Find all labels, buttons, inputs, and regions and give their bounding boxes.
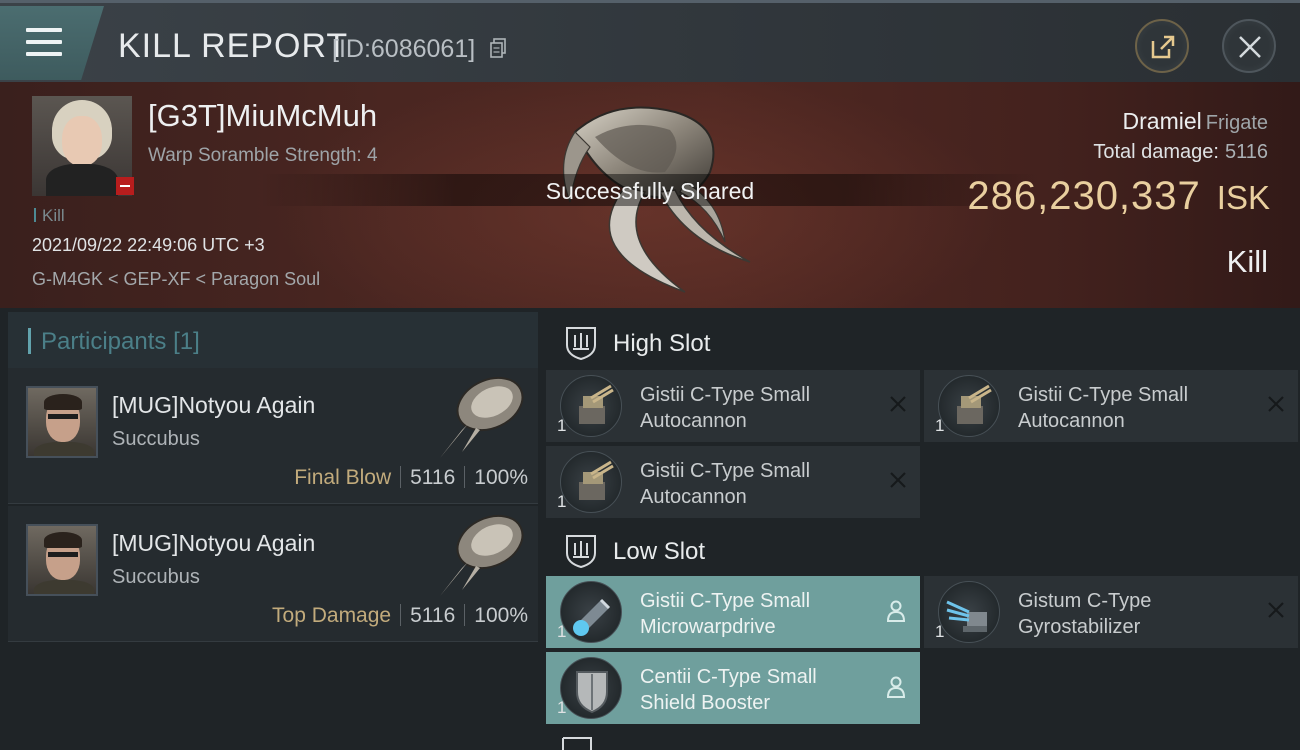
participant-ship: Succubus bbox=[112, 566, 200, 588]
victim-name[interactable]: [G3T]MiuMcMuh bbox=[148, 98, 377, 134]
kill-tag-label: Kill bbox=[42, 206, 65, 225]
hamburger-icon bbox=[26, 28, 62, 58]
destroyed-icon bbox=[1268, 396, 1284, 412]
dropped-icon bbox=[886, 600, 906, 622]
ship-name: Dramiel bbox=[1122, 108, 1202, 134]
module-name: Gistii C-Type Small Autocannon bbox=[1018, 384, 1189, 432]
module-qty: 1 bbox=[557, 622, 567, 641]
destroyed-icon bbox=[890, 396, 906, 412]
menu-button[interactable] bbox=[0, 6, 104, 80]
next-slot-icon bbox=[562, 737, 592, 750]
participant-row[interactable]: [MUG]Notyou Again Succubus Final Blow 511… bbox=[8, 368, 538, 504]
participant-name[interactable]: [MUG]Notyou Again bbox=[112, 530, 315, 557]
module-high-1[interactable]: 1 Gistii C-Type Small Autocannon bbox=[546, 370, 920, 442]
module-name: Gistum C-Type Gyrostabilizer bbox=[1018, 590, 1152, 638]
module-qty: 1 bbox=[557, 492, 567, 511]
module-high-3[interactable]: 1 Gistii C-Type Small Autocannon bbox=[546, 446, 920, 518]
isk-value: 286,230,337 bbox=[967, 174, 1201, 218]
high-slot-label: High Slot bbox=[613, 330, 711, 357]
total-damage: Total damage: 5116 bbox=[1093, 141, 1268, 164]
participant-damage: 5116 bbox=[410, 466, 456, 489]
destroyed-icon bbox=[1268, 602, 1284, 618]
module-low-2[interactable]: 1 Gistum C-Type Gyrostabilizer bbox=[924, 576, 1298, 648]
fitting-panel: High Slot 1 Gistii C-Type Small Autocanno… bbox=[540, 308, 1300, 750]
title-bar: KILL REPORT [ID:6086061] bbox=[0, 0, 1300, 82]
participants-count: [1] bbox=[173, 328, 200, 355]
total-damage-value: 5116 bbox=[1224, 141, 1268, 163]
close-icon bbox=[1239, 36, 1261, 58]
ship-class: Frigate bbox=[1205, 112, 1268, 134]
participant-avatar[interactable] bbox=[26, 386, 98, 458]
low-slot-header: Low Slot bbox=[546, 520, 1296, 580]
participant-row[interactable]: [MUG]Notyou Again Succubus Top Damage 511… bbox=[8, 506, 538, 642]
high-slot-icon bbox=[566, 327, 596, 361]
kill-tag: Kill bbox=[34, 206, 65, 226]
low-slot-label: Low Slot bbox=[613, 538, 706, 565]
participant-role: Top Damage bbox=[272, 604, 392, 627]
total-damage-label: Total damage: bbox=[1093, 141, 1219, 163]
hostile-status-icon bbox=[116, 177, 134, 195]
autocannon-icon bbox=[938, 375, 1000, 437]
microwarpdrive-icon bbox=[560, 581, 622, 643]
participant-name[interactable]: [MUG]Notyou Again bbox=[112, 392, 315, 419]
participant-role: Final Blow bbox=[294, 466, 392, 489]
low-slot-icon bbox=[566, 535, 596, 569]
module-qty: 1 bbox=[557, 416, 567, 435]
isk-unit: ISK bbox=[1216, 179, 1270, 216]
module-name: Gistii C-Type Small Autocannon bbox=[640, 384, 811, 432]
kill-timestamp: 2021/09/22 22:49:06 UTC +3 bbox=[32, 235, 265, 255]
page-title: KILL REPORT bbox=[118, 27, 349, 65]
gyrostabilizer-icon bbox=[938, 581, 1000, 643]
share-toast: Successfully Shared bbox=[260, 174, 1040, 206]
module-name: Gistii C-Type Small Autocannon bbox=[640, 460, 811, 508]
victim-banner: [G3T]MiuMcMuh Warp Soramble Strength: 4 … bbox=[0, 82, 1300, 308]
participant-avatar[interactable] bbox=[26, 524, 98, 596]
participants-header: Participants [1] bbox=[8, 312, 538, 368]
participant-stats: Final Blow 5116 100% bbox=[294, 466, 528, 490]
participants-title: Participants [1] bbox=[41, 328, 200, 355]
module-high-2[interactable]: 1 Gistii C-Type Small Autocannon bbox=[924, 370, 1298, 442]
dropped-icon bbox=[886, 676, 906, 698]
module-qty: 1 bbox=[935, 416, 945, 435]
participant-percent: 100% bbox=[474, 466, 528, 489]
module-name: Centii C-Type Small Shield Booster bbox=[640, 666, 817, 714]
shield-booster-icon bbox=[560, 657, 622, 719]
close-button[interactable] bbox=[1222, 19, 1276, 73]
destroyed-icon bbox=[890, 472, 906, 488]
autocannon-icon bbox=[560, 375, 622, 437]
participants-panel: Participants [1] [MUG]Notyou Again Succu… bbox=[0, 308, 540, 750]
result-label: Kill bbox=[1226, 244, 1268, 279]
autocannon-icon bbox=[560, 451, 622, 513]
participant-damage: 5116 bbox=[410, 604, 456, 627]
module-qty: 1 bbox=[935, 622, 945, 641]
share-button[interactable] bbox=[1135, 19, 1189, 73]
module-qty: 1 bbox=[557, 698, 567, 717]
copy-icon[interactable] bbox=[490, 38, 506, 58]
warp-scramble-strength: Warp Soramble Strength: 4 bbox=[148, 145, 378, 166]
participant-ship-image bbox=[440, 514, 524, 596]
module-low-3[interactable]: 1 Centii C-Type Small Shield Booster bbox=[546, 652, 920, 724]
participant-ship-image bbox=[440, 376, 524, 458]
module-name: Gistii C-Type Small Microwarpdrive bbox=[640, 590, 811, 638]
kill-id: [ID:6086061] bbox=[332, 35, 476, 63]
kill-location[interactable]: G-M4GK < GEP-XF < Paragon Soul bbox=[32, 269, 320, 290]
participant-ship: Succubus bbox=[112, 428, 200, 450]
participant-stats: Top Damage 5116 100% bbox=[272, 604, 528, 628]
share-icon bbox=[1151, 35, 1175, 59]
share-toast-text: Successfully Shared bbox=[545, 178, 755, 204]
victim-ship[interactable]: Dramiel Frigate bbox=[1123, 108, 1268, 135]
participant-percent: 100% bbox=[474, 604, 528, 627]
isk-loss: 286,230,337 ISK bbox=[967, 174, 1270, 219]
module-low-1[interactable]: 1 Gistii C-Type Small Microwarpdrive bbox=[546, 576, 920, 648]
high-slot-header: High Slot bbox=[546, 312, 1296, 372]
